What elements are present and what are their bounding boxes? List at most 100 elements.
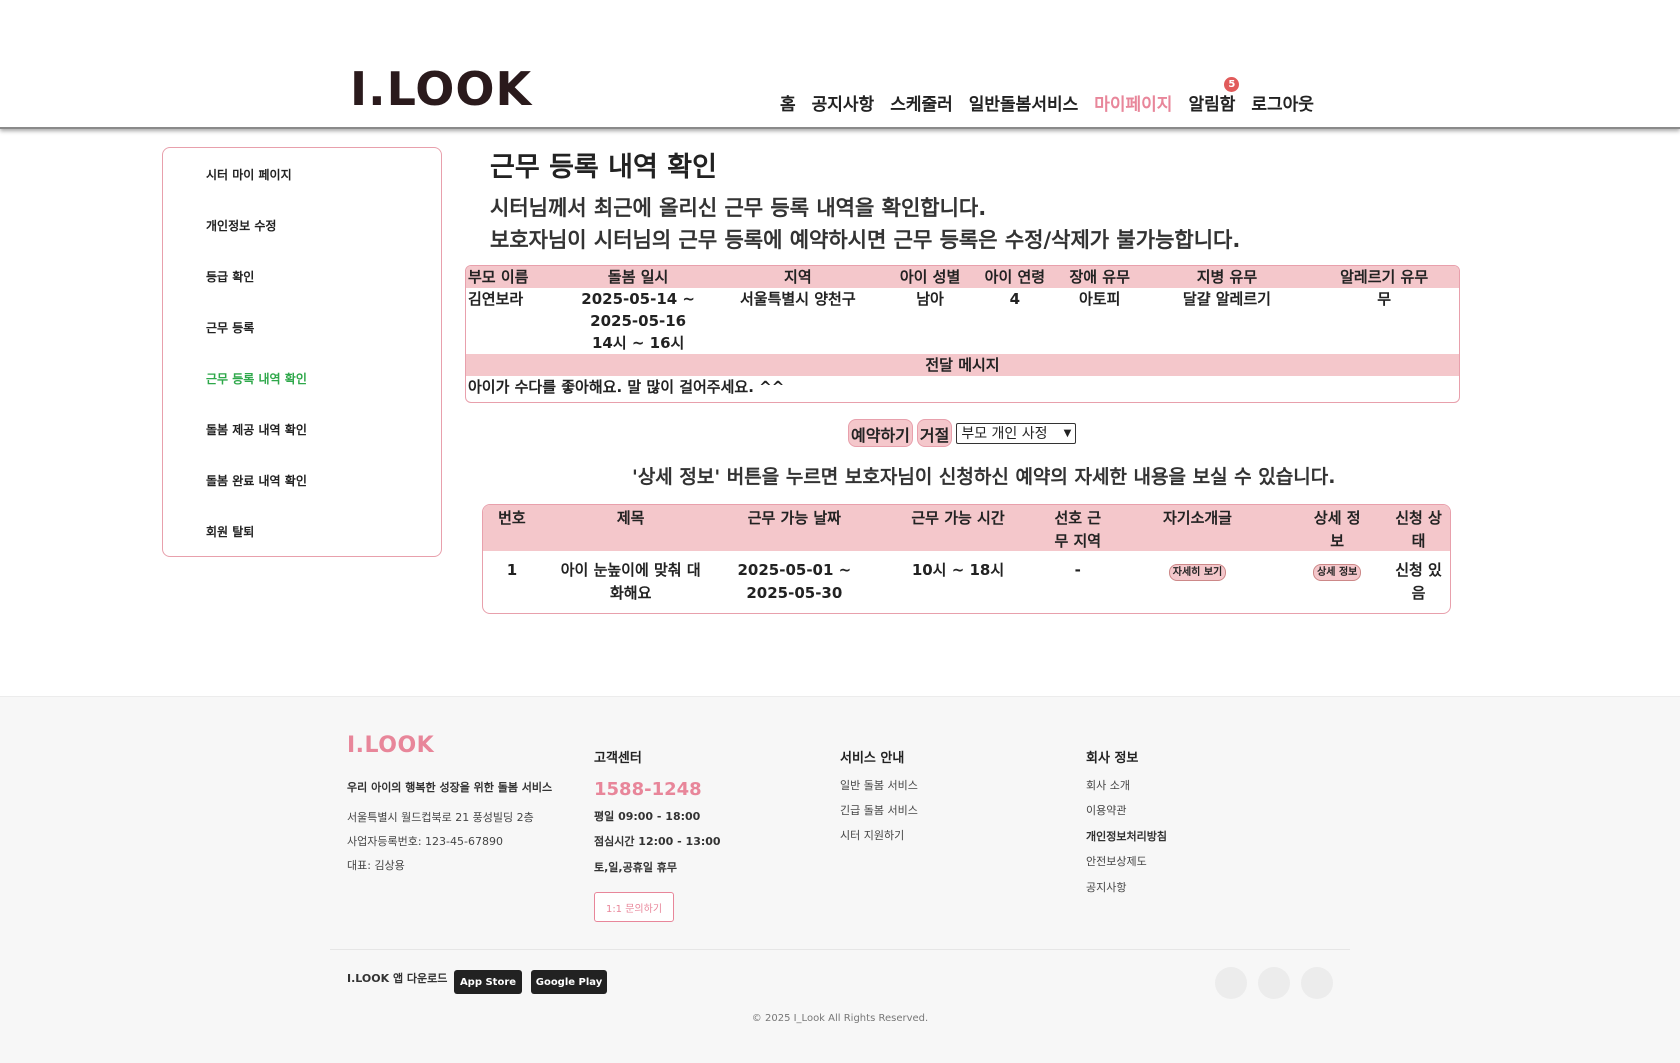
nav-scheduler[interactable]: 스케줄러: [890, 90, 953, 115]
col-title: 제목: [616, 509, 645, 527]
detail-header-gender: 아이 성별: [899, 268, 961, 286]
col-status-line-2: 태: [1411, 532, 1426, 550]
table-row: 1 아이 눈높이에 맞춰 대 화해요 2025-05-01 ~ 2025-05-…: [483, 551, 1450, 605]
chevron-down-icon: ▼: [1063, 427, 1072, 439]
description-line-2: 보호자님이 시터님의 근무 등록에 예약하시면 근무 등록은 수정/삭제가 불가…: [490, 228, 1241, 252]
detail-illness: 달걀 알레르기: [1182, 290, 1271, 308]
footer-hours-3: 토,일,공휴일 휴무: [594, 861, 678, 874]
footer-cs-title: 고객센터: [594, 751, 642, 766]
footer-hours-2: 점심시간 12:00 - 13:00: [594, 835, 721, 848]
col-region-line-1: 선호 근: [1054, 509, 1102, 527]
col-status-line-1: 신청 상: [1395, 509, 1442, 527]
reserve-button[interactable]: 예약하기: [848, 419, 913, 447]
detail-header-row: 부모 이름 돌봄 일시 지역 아이 성별 아이 연령 장애 유무 지병 유무 알…: [466, 266, 1459, 288]
footer-logo: I.LOOK: [347, 733, 435, 758]
row-region: -: [1074, 561, 1081, 579]
detail-header-parent: 부모 이름: [468, 268, 529, 286]
nav-home[interactable]: 홈: [780, 90, 796, 115]
sidebar-item-withdraw[interactable]: 회원 탈퇴: [163, 523, 441, 574]
sidebar-item-work-history[interactable]: 근무 등록 내역 확인: [163, 370, 441, 421]
row-title: 아이 눈높이에 맞춰 대 화해요: [541, 557, 721, 605]
nav-notifications-label: 알림함: [1188, 95, 1236, 115]
footer-service-link-apply-sitter[interactable]: 시터 지원하기: [840, 827, 904, 843]
footer-phone: 1588-1248: [594, 779, 702, 800]
footer-service-link-general[interactable]: 일반 돌봄 서비스: [840, 777, 918, 793]
row-time: 10시 ~ 18시: [911, 561, 1005, 579]
footer-app-download: I.LOOK 앱 다운로드: [347, 972, 448, 985]
detail-age: 4: [1009, 290, 1021, 308]
col-region-line-2: 무 지역: [1054, 532, 1102, 550]
social-icon-3[interactable]: [1301, 967, 1333, 999]
nav-notice[interactable]: 공지사항: [812, 90, 875, 115]
row-status-line-1: 신청 있: [1395, 561, 1442, 579]
row-title-line-2: 화해요: [609, 584, 652, 602]
google-play-button[interactable]: Google Play: [531, 970, 607, 994]
footer-hours-1: 평일 09:00 - 18:00: [594, 810, 701, 823]
inquiry-button[interactable]: 1:1 문의하기: [594, 892, 674, 922]
row-dates: 2025-05-01 ~ 2025-05-30: [721, 557, 869, 605]
nav-general-care[interactable]: 일반돌봄서비스: [969, 90, 1078, 115]
col-status: 신청 상 태: [1387, 505, 1450, 551]
social-icon-1[interactable]: [1215, 967, 1247, 999]
notification-badge: 5: [1224, 77, 1240, 92]
nav-mypage[interactable]: 마이페이지: [1094, 90, 1172, 115]
sidebar: 시터 마이 페이지 개인정보 수정 등급 확인 근무 등록 근무 등록 내역 확…: [162, 147, 442, 557]
app-store-button[interactable]: App Store: [454, 970, 522, 994]
footer-tagline: 우리 아이의 행복한 성장을 위한 돌봄 서비스: [347, 781, 553, 794]
footer-service-title: 서비스 안내: [840, 751, 905, 766]
row-date-from: 2025-05-01 ~: [737, 561, 852, 579]
row-detail: 상세 정보: [1287, 557, 1387, 605]
row-date-to: 2025-05-30: [746, 584, 843, 602]
col-dates: 근무 가능 날짜: [747, 509, 841, 527]
footer-company-link-terms[interactable]: 이용약관: [1086, 802, 1126, 818]
detail-header-region: 지역: [784, 268, 812, 286]
row-status: 신청 있 음: [1387, 557, 1450, 605]
col-region: 선호 근 무 지역: [1048, 505, 1108, 551]
reject-reason-select[interactable]: 부모 개인 사정 ▼: [956, 422, 1077, 444]
detail-parent: 김연보라: [468, 290, 524, 308]
social-icon-2[interactable]: [1258, 967, 1290, 999]
footer-company-link-notice[interactable]: 공지사항: [1086, 879, 1126, 895]
detail-hint-text: '상세 정보' 버튼을 누르면 보호자님이 신청하신 예약의 자세한 내용을 보…: [632, 466, 1336, 488]
reservation-actions: 예약하기 거절 부모 개인 사정 ▼: [848, 419, 1077, 447]
detail-data-row: 김연보라 2025-05-14 ~ 2025-05-16 14시 ~ 16시 서…: [466, 288, 1459, 354]
footer-company-link-privacy[interactable]: 개인정보처리방침: [1086, 828, 1167, 844]
main-nav: 홈 공지사항 스케줄러 일반돌봄서비스 마이페이지 알림함 5 로그아웃: [780, 77, 1314, 115]
sidebar-item-sitter-mypage[interactable]: 시터 마이 페이지: [163, 166, 441, 217]
page-title: 근무 등록 내역 확인: [490, 152, 717, 183]
view-detail-button[interactable]: 상세 정보: [1313, 564, 1362, 581]
col-no: 번호: [498, 509, 526, 527]
footer-service-link-urgent[interactable]: 긴급 돌봄 서비스: [840, 802, 918, 818]
sidebar-item-care-provided[interactable]: 돌봄 제공 내역 확인: [163, 421, 441, 472]
reject-button[interactable]: 거절: [916, 419, 953, 447]
sidebar-item-edit-profile[interactable]: 개인정보 수정: [163, 217, 441, 268]
message-header: 전달 메시지: [466, 354, 1459, 376]
row-status-line-2: 음: [1411, 584, 1426, 602]
footer-address: 서울특별시 월드컵북로 21 풍성빌딩 2층: [347, 811, 534, 824]
sidebar-item-grade[interactable]: 등급 확인: [163, 268, 441, 319]
detail-date-to: 2025-05-16: [590, 312, 687, 330]
reject-reason-value: 부모 개인 사정: [961, 426, 1048, 442]
page-description: 시터님께서 최근에 올리신 근무 등록 내역을 확인합니다. 보호자님이 시터님…: [490, 192, 1240, 256]
detail-header-illness: 지병 유무: [1196, 268, 1258, 286]
description-line-1: 시터님께서 최근에 올리신 근무 등록 내역을 확인합니다.: [490, 196, 987, 220]
row-title-line-1: 아이 눈높이에 맞춰 대: [560, 561, 701, 579]
sidebar-item-work-register[interactable]: 근무 등록: [163, 319, 441, 370]
sidebar-item-care-completed[interactable]: 돌봄 완료 내역 확인: [163, 472, 441, 523]
detail-disability: 아토피: [1079, 290, 1121, 308]
col-intro: 자기소개글: [1162, 509, 1232, 527]
footer-biz-no: 사업자등록번호: 123-45-67890: [347, 835, 503, 848]
detail-date: 2025-05-14 ~ 2025-05-16 14시 ~ 16시: [566, 288, 711, 354]
footer-company-link-safety[interactable]: 안전보상제도: [1086, 853, 1147, 869]
site-logo[interactable]: I.LOOK: [350, 62, 532, 116]
copyright: © 2025 I_Look All Rights Reserved.: [751, 1013, 929, 1024]
detail-header-disability: 장애 유무: [1069, 268, 1130, 286]
nav-notifications[interactable]: 알림함 5: [1188, 77, 1240, 115]
nav-logout[interactable]: 로그아웃: [1251, 90, 1314, 115]
detail-header-age: 아이 연령: [984, 268, 1046, 286]
view-intro-button[interactable]: 자세히 보기: [1168, 564, 1227, 581]
footer-company-link-about[interactable]: 회사 소개: [1086, 777, 1130, 793]
detail-date-from: 2025-05-14 ~: [581, 290, 696, 308]
detail-allergy: 무: [1377, 290, 1392, 308]
footer-company-title: 회사 정보: [1086, 751, 1139, 766]
